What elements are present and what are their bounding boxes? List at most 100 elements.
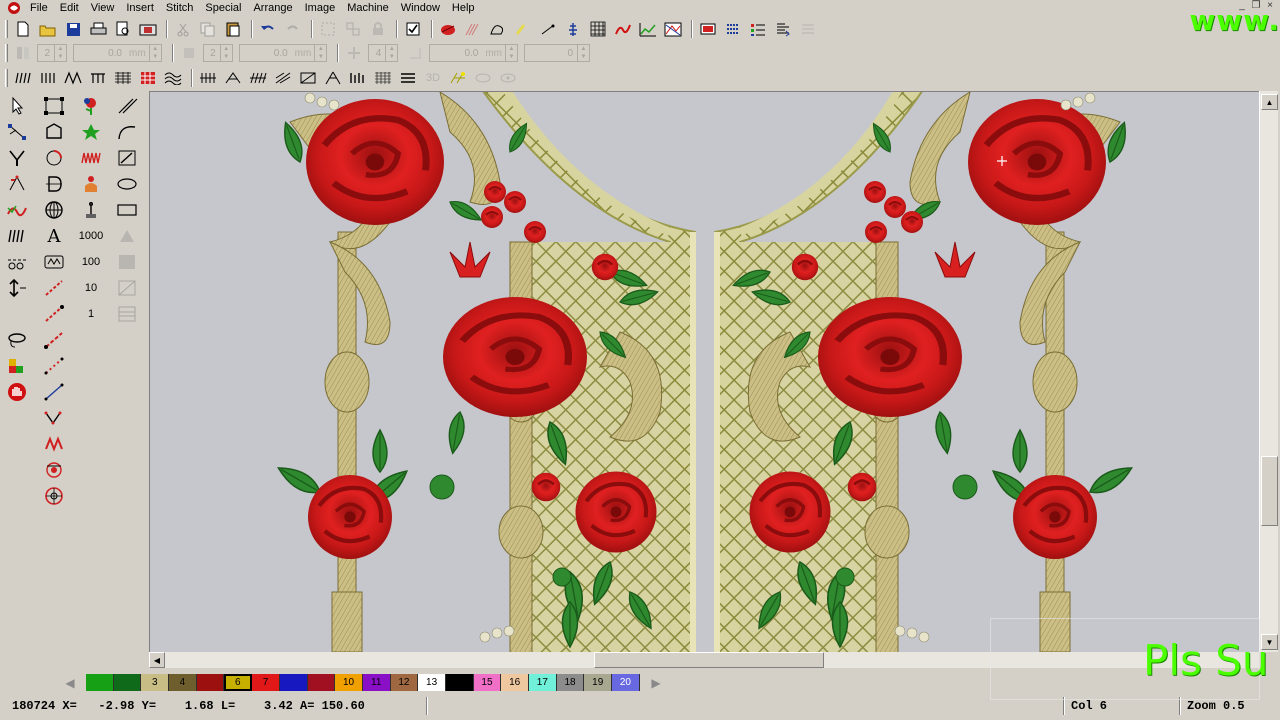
stitch-red-icon[interactable]	[612, 18, 634, 40]
paste-icon[interactable]	[222, 18, 244, 40]
column-icon[interactable]	[562, 18, 584, 40]
satin-alt-icon[interactable]	[37, 67, 59, 89]
undo-icon[interactable]	[257, 18, 279, 40]
manual-stitch-icon[interactable]	[41, 406, 67, 430]
stitch-run-icon[interactable]	[41, 276, 67, 300]
color-swatch[interactable]	[113, 674, 142, 691]
color-swatch[interactable]: 10	[335, 674, 363, 691]
redo-icon[interactable]	[282, 18, 304, 40]
move-icon[interactable]	[343, 42, 365, 64]
spacing-stepper[interactable]: 2 ▲ ▼	[37, 44, 67, 62]
color-swatch[interactable]: 13	[418, 674, 446, 691]
trim-icon[interactable]	[41, 380, 67, 404]
scroll-up-icon[interactable]: ▲	[1261, 94, 1278, 110]
menu-special[interactable]: Special	[199, 1, 247, 15]
color-swatch[interactable]: 4	[169, 674, 197, 691]
cut-path-icon[interactable]	[4, 250, 30, 274]
color-swatch[interactable]: 18	[556, 674, 585, 691]
machine-icon[interactable]	[137, 18, 159, 40]
color-swatch[interactable]: 15	[473, 674, 502, 691]
stitch-run3-icon[interactable]	[41, 328, 67, 352]
menu-machine[interactable]: Machine	[341, 1, 395, 15]
select-arrow-icon[interactable]	[4, 94, 30, 118]
sew-path-icon[interactable]	[4, 198, 30, 222]
align-icon[interactable]	[772, 18, 794, 40]
auto-border-icon[interactable]	[512, 18, 534, 40]
bead-icon[interactable]	[472, 67, 494, 89]
display-icon[interactable]	[697, 18, 719, 40]
shape-edit-icon[interactable]	[41, 94, 67, 118]
rotate-tool-icon[interactable]	[41, 146, 67, 170]
rectangle-icon[interactable]	[114, 198, 140, 222]
width-field[interactable]: 0.0 mm ▲ ▼	[73, 44, 162, 62]
angle-icon[interactable]	[404, 42, 426, 64]
sparkle-icon[interactable]	[447, 67, 469, 89]
freehand-pen-icon[interactable]	[114, 146, 140, 170]
pattern-a-icon[interactable]	[197, 67, 219, 89]
jump-icon[interactable]	[41, 354, 67, 378]
sequin-icon[interactable]	[497, 67, 519, 89]
globe-fill-icon[interactable]	[41, 198, 67, 222]
pattern-c-icon[interactable]	[247, 67, 269, 89]
color-swatch[interactable]: 20	[612, 674, 640, 691]
count-10-tool[interactable]: 10	[78, 276, 104, 300]
design-canvas[interactable]	[149, 91, 1259, 652]
parallel-lines-icon[interactable]	[114, 94, 140, 118]
fill-pattern-icon[interactable]	[112, 67, 134, 89]
menu-file[interactable]: File	[28, 1, 54, 15]
lock-icon[interactable]	[367, 18, 389, 40]
scale-icon[interactable]	[4, 276, 30, 300]
menu-window[interactable]: Window	[395, 1, 446, 15]
monogram-icon[interactable]	[41, 250, 67, 274]
color-swatch[interactable]: 12	[390, 674, 419, 691]
color-list-icon[interactable]	[747, 18, 769, 40]
color-swatch[interactable]	[196, 674, 225, 691]
count-1-tool[interactable]: 1	[78, 302, 104, 326]
copy-icon[interactable]	[197, 18, 219, 40]
needle-tool-icon[interactable]	[78, 198, 104, 222]
pattern-f-icon[interactable]	[322, 67, 344, 89]
wave-fill-icon[interactable]	[162, 67, 184, 89]
color-swatch[interactable]: 3	[141, 674, 170, 691]
scroll-left-icon[interactable]: ◀	[149, 652, 165, 668]
select-check-icon[interactable]	[402, 18, 424, 40]
3d-icon[interactable]: 3D	[422, 67, 444, 89]
menu-edit[interactable]: Edit	[54, 1, 85, 15]
count-100-tool[interactable]: 100	[78, 250, 104, 274]
print-icon[interactable]	[87, 18, 109, 40]
bead-tool-icon[interactable]	[41, 458, 67, 482]
freehand-icon[interactable]	[41, 432, 67, 456]
sewing-figure-icon[interactable]	[78, 172, 104, 196]
graph-icon[interactable]	[637, 18, 659, 40]
color-swatch[interactable]: 11	[362, 674, 391, 691]
color-swatch[interactable]	[445, 674, 474, 691]
vertical-scrollbar[interactable]: ▲ ▼	[1259, 91, 1278, 652]
color-swatch[interactable]: 19	[584, 674, 613, 691]
density-stepper[interactable]: 2 ▲ ▼	[202, 44, 233, 62]
length-field[interactable]: 0.0 mm ▲ ▼	[238, 44, 328, 62]
pattern-g-icon[interactable]	[347, 67, 369, 89]
angle-field[interactable]: 0 ▲ ▼	[524, 44, 591, 62]
group-icon[interactable]	[317, 18, 339, 40]
satin-tool-icon[interactable]	[4, 224, 30, 248]
column-d-icon[interactable]	[41, 172, 67, 196]
horizontal-scroll-thumb[interactable]	[594, 652, 824, 668]
e-stitch-icon[interactable]	[87, 67, 109, 89]
flower-icon[interactable]	[78, 94, 104, 118]
distribute-icon[interactable]	[797, 18, 819, 40]
stop-hand-icon[interactable]	[4, 380, 30, 404]
zigzag-tool-icon[interactable]	[78, 146, 104, 170]
image-icon[interactable]	[662, 18, 684, 40]
color-swatch[interactable]: 16	[501, 674, 529, 691]
ellipse-icon[interactable]	[114, 172, 140, 196]
menu-arrange[interactable]: Arrange	[247, 1, 298, 15]
pattern-b-icon[interactable]	[222, 67, 244, 89]
menu-insert[interactable]: Insert	[120, 1, 160, 15]
color-swatch[interactable]: 17	[529, 674, 557, 691]
stitch-run2-icon[interactable]	[41, 302, 67, 326]
color-pick-icon[interactable]	[4, 354, 30, 378]
pattern-d-icon[interactable]	[272, 67, 294, 89]
fill-stitch-icon[interactable]	[462, 18, 484, 40]
text-tool-icon[interactable]: A	[41, 224, 67, 248]
mirror-icon[interactable]	[12, 42, 34, 64]
